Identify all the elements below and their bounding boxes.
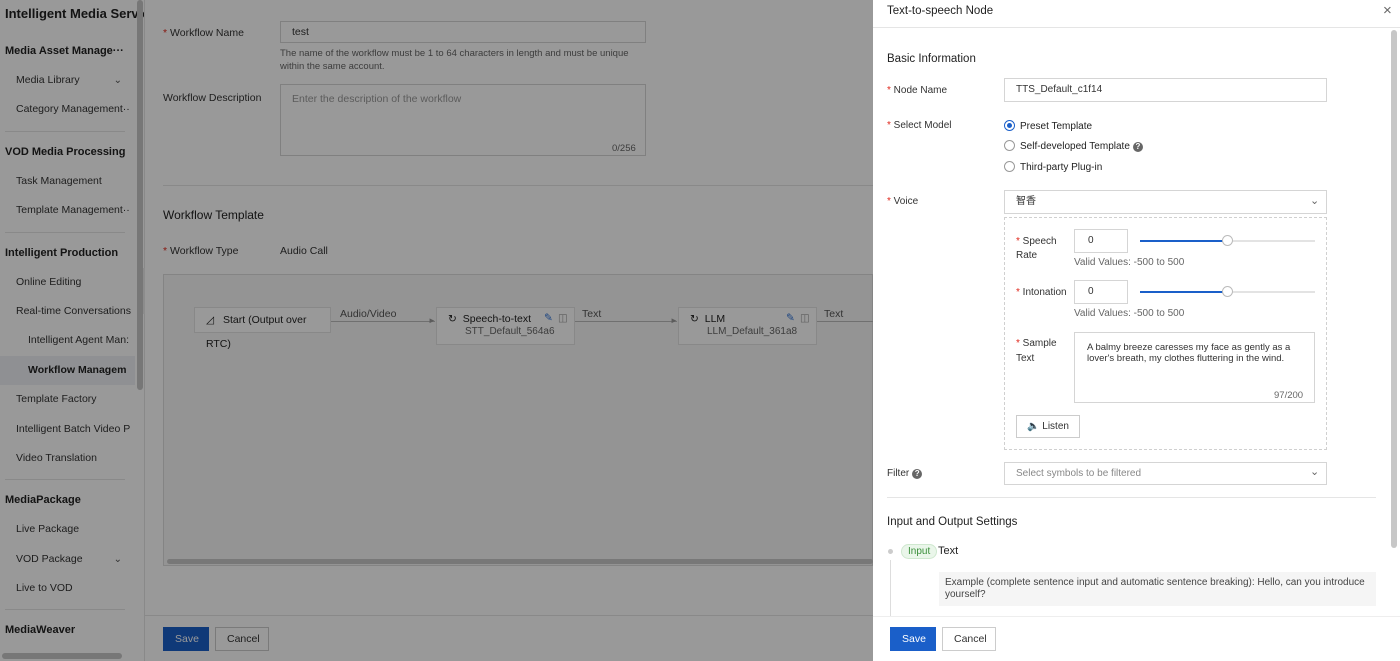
radio-label: Preset Template xyxy=(1020,121,1093,132)
node-name-input[interactable]: TTS_Default_c1f14 xyxy=(1004,78,1327,102)
close-icon[interactable]: × xyxy=(1383,2,1392,19)
drawer-cancel-button[interactable]: Cancel xyxy=(942,627,996,651)
drawer-scrollbar[interactable] xyxy=(1391,30,1397,548)
radio-label: Self-developed Template xyxy=(1020,141,1130,152)
basic-info-title: Basic Information xyxy=(887,53,976,65)
drawer-title: Text-to-speech Node xyxy=(887,5,994,17)
timeline-line xyxy=(890,560,891,616)
speech-rate-help: Valid Values: -500 to 500 xyxy=(1074,257,1185,268)
select-model-label: Select Model xyxy=(887,120,952,131)
io-settings-title: Input and Output Settings xyxy=(887,516,1018,528)
node-name-label: Node Name xyxy=(887,85,947,96)
speech-rate-slider-handle[interactable] xyxy=(1222,235,1233,246)
speech-rate-label-line2: Rate xyxy=(1016,250,1038,261)
radio-self-developed-template[interactable]: Self-developed Template? xyxy=(1004,140,1143,152)
radio-icon xyxy=(1004,161,1015,172)
listen-button[interactable]: 🔈 Listen xyxy=(1016,415,1080,438)
chevron-down-icon: ⌄ xyxy=(1310,195,1320,207)
intonation-slider-fill xyxy=(1140,291,1227,293)
intonation-label: Intonation xyxy=(1016,287,1067,298)
intonation-help: Valid Values: -500 to 500 xyxy=(1074,308,1185,319)
input-badge: Input xyxy=(901,544,938,559)
filter-label-text: Filter xyxy=(887,468,910,479)
speech-rate-label: Speech xyxy=(1016,236,1057,247)
voice-value: 智香 xyxy=(1016,196,1036,207)
sample-text-label-line2: Text xyxy=(1016,353,1035,364)
sample-text-label: Sample xyxy=(1016,338,1057,349)
help-icon[interactable]: ? xyxy=(912,469,923,479)
help-icon[interactable]: ? xyxy=(1132,142,1143,152)
radio-icon xyxy=(1004,140,1015,151)
drawer-footer: Save Cancel xyxy=(873,616,1400,661)
sample-text-count: 97/200 xyxy=(1274,390,1304,401)
speaker-icon: 🔈 xyxy=(1027,421,1040,432)
drawer-save-button[interactable]: Save xyxy=(890,627,936,651)
listen-label: Listen xyxy=(1042,421,1069,432)
intonation-input[interactable]: 0 xyxy=(1074,280,1128,304)
tts-node-drawer: Text-to-speech Node × Basic Information … xyxy=(873,0,1400,661)
speech-rate-input[interactable]: 0 xyxy=(1074,229,1128,253)
radio-third-party-plugin[interactable]: Third-party Plug-in xyxy=(1004,161,1102,173)
radio-preset-template[interactable]: Preset Template xyxy=(1004,120,1092,132)
filter-label: Filter? xyxy=(887,468,923,479)
voice-select[interactable]: 智香 xyxy=(1004,190,1327,214)
radio-selected-icon xyxy=(1004,120,1015,131)
modal-backdrop[interactable] xyxy=(0,0,873,661)
input-example: Example (complete sentence input and aut… xyxy=(939,572,1376,606)
filter-select[interactable]: Select symbols to be filtered xyxy=(1004,462,1327,485)
divider xyxy=(887,497,1376,498)
chevron-down-icon: ⌄ xyxy=(1310,466,1320,478)
radio-label: Third-party Plug-in xyxy=(1020,162,1103,173)
timeline-dot xyxy=(888,549,893,554)
speech-rate-slider-fill xyxy=(1140,240,1227,242)
intonation-slider-handle[interactable] xyxy=(1222,286,1233,297)
drawer-header: Text-to-speech Node × xyxy=(873,0,1400,28)
voice-label: Voice xyxy=(887,196,918,207)
input-type: Text xyxy=(938,545,959,557)
